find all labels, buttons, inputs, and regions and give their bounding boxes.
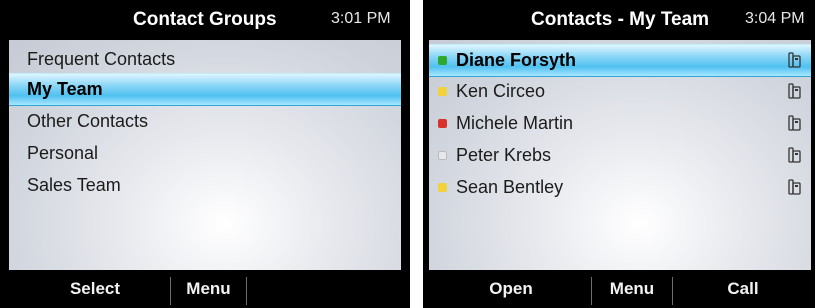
contact-row-peter-krebs[interactable]: Peter Krebs (429, 140, 811, 171)
list-item-label: My Team (27, 79, 103, 99)
contact-name: Ken Circeo (456, 81, 546, 101)
title-bar: Contact Groups 3:01 PM (0, 0, 410, 40)
softkey-divider (246, 277, 247, 305)
desk-phone-icon (788, 179, 801, 195)
presence-available-icon (438, 56, 447, 65)
contact-list: Diane Forsyth Ken Circeo Michele Martin (429, 40, 811, 270)
contact-row-sean-bentley[interactable]: Sean Bentley (429, 172, 811, 203)
screen-title: Contact Groups (133, 9, 277, 30)
menu-softkey[interactable]: Menu (171, 270, 246, 308)
desk-phone-icon (788, 115, 801, 131)
contact-groups-screen: Contact Groups 3:01 PM Frequent Contacts… (0, 0, 410, 308)
contact-row-diane-forsyth[interactable]: Diane Forsyth (429, 44, 811, 77)
list-item-label: Sales Team (27, 175, 121, 195)
list-item-sales-team[interactable]: Sales Team (9, 170, 401, 201)
list-item-my-team[interactable]: My Team (9, 73, 401, 106)
contact-name: Diane Forsyth (456, 50, 577, 70)
contacts-my-team-screen: Contacts - My Team 3:04 PM Diane Forsyth… (423, 0, 815, 308)
open-softkey[interactable]: Open (431, 270, 591, 308)
desk-phone-icon (788, 83, 801, 99)
group-list: Frequent Contacts My Team Other Contacts… (9, 40, 401, 270)
clock: 3:01 PM (331, 10, 391, 27)
softkey-bar: Select Menu (0, 270, 410, 308)
list-item-label: Personal (27, 143, 99, 163)
desk-phone-icon (788, 52, 801, 68)
list-item-label: Other Contacts (27, 111, 149, 131)
contact-row-ken-circeo[interactable]: Ken Circeo (429, 76, 811, 107)
list-item-personal[interactable]: Personal (9, 138, 401, 169)
list-item-label: Frequent Contacts (27, 49, 176, 69)
contact-name: Michele Martin (456, 113, 574, 133)
contact-row-michele-martin[interactable]: Michele Martin (429, 108, 811, 139)
presence-away-icon (438, 87, 447, 96)
softkey-bar: Open Menu Call (423, 270, 815, 308)
presence-busy-icon (438, 119, 447, 128)
list-item-frequent-contacts[interactable]: Frequent Contacts (9, 44, 401, 75)
presence-offline-icon (438, 151, 447, 160)
contact-name: Peter Krebs (456, 145, 552, 165)
presence-away-icon (438, 183, 447, 192)
list-item-other-contacts[interactable]: Other Contacts (9, 106, 401, 137)
contact-name: Sean Bentley (456, 177, 564, 197)
clock: 3:04 PM (745, 10, 805, 27)
select-softkey[interactable]: Select (20, 270, 170, 308)
call-softkey[interactable]: Call (673, 270, 813, 308)
screen-title: Contacts - My Team (531, 9, 710, 30)
desk-phone-icon (788, 147, 801, 163)
title-bar: Contacts - My Team 3:04 PM (423, 0, 815, 40)
menu-softkey[interactable]: Menu (592, 270, 672, 308)
